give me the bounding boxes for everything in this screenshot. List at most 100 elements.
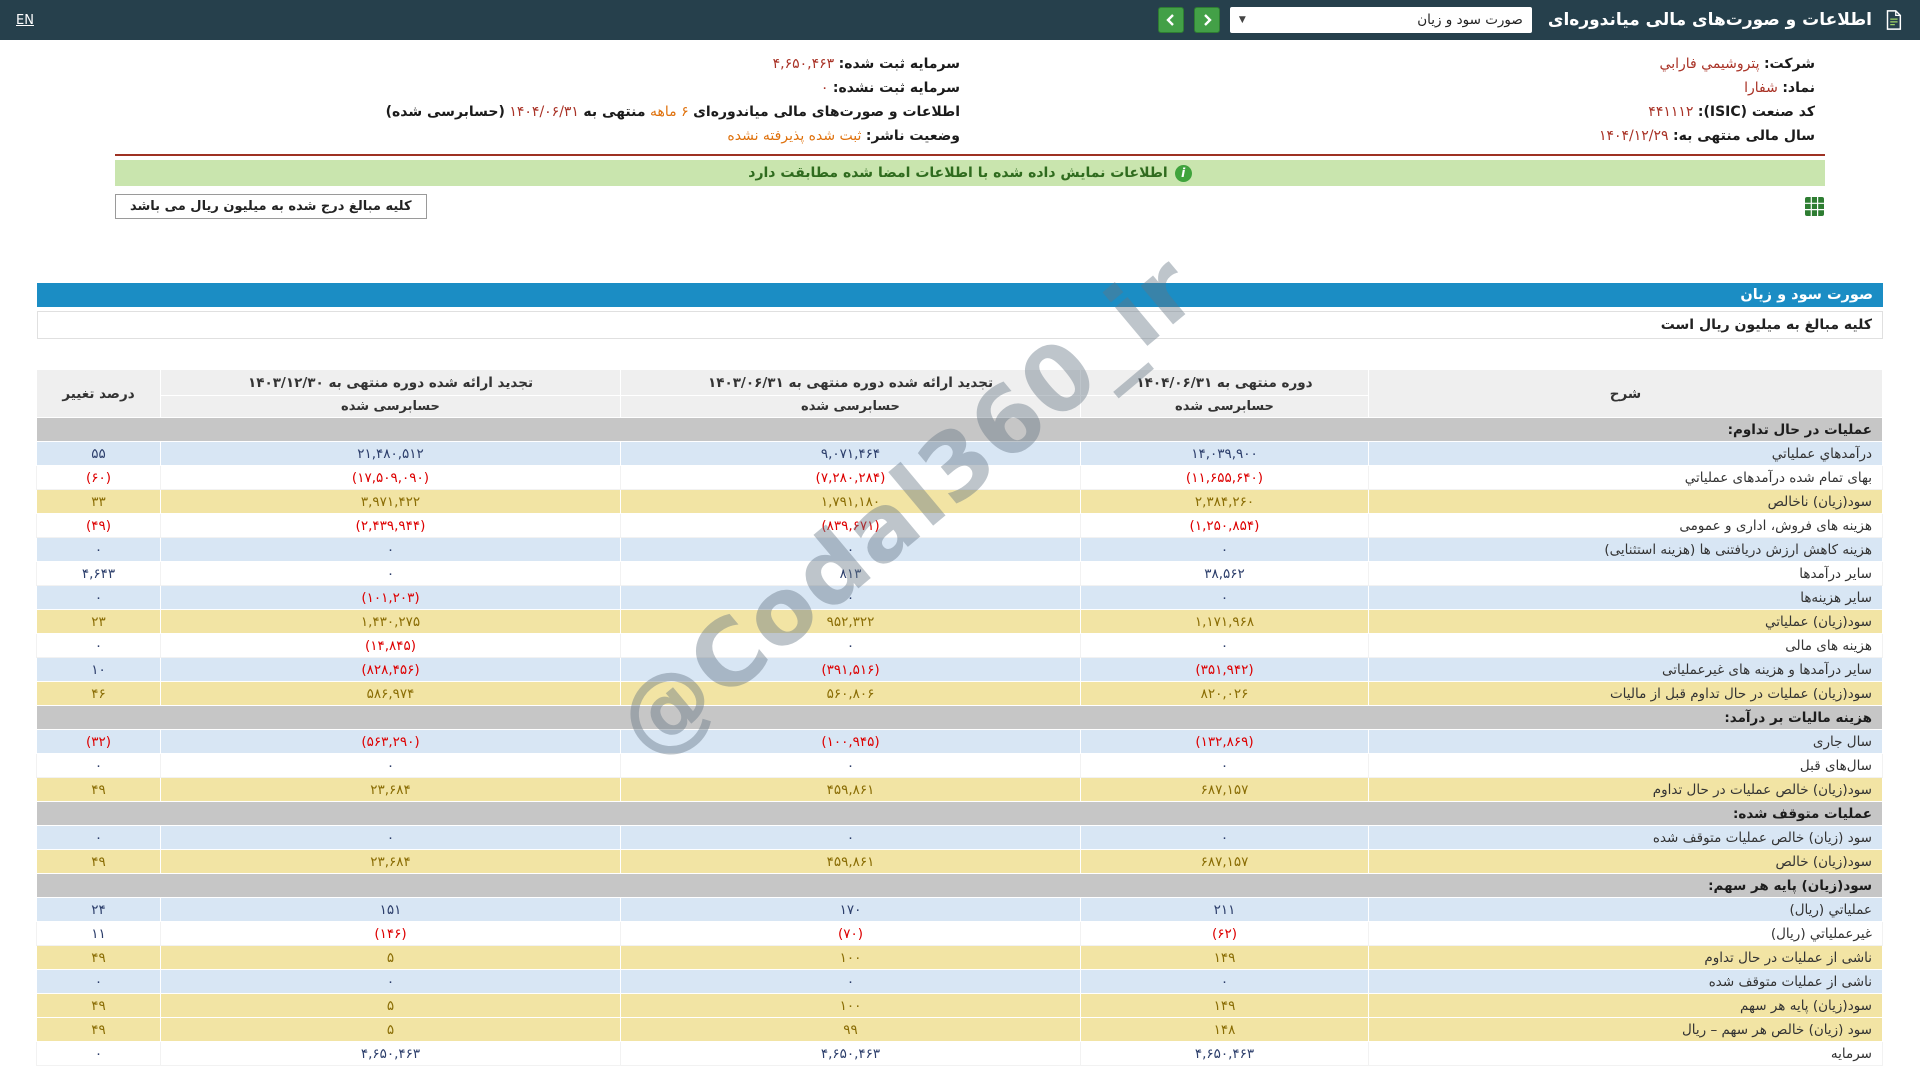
row-label: سال‌های قبل [1368, 753, 1883, 778]
row-label: سود(زیان) خالص عملیات در حال تداوم [1368, 777, 1883, 802]
divider [115, 154, 1825, 156]
company-info-cell: وضعیت ناشر: ثبت شده پذیرفته نشده [115, 124, 970, 148]
language-toggle[interactable]: EN [16, 13, 34, 28]
row-value: ۴۵۹,۸۶۱ [620, 777, 1081, 802]
company-info-cell: سرمایه ثبت شده: ۴,۶۵۰,۴۶۳ [115, 52, 970, 76]
table-row: سود(زیان) خالص عملیات در حال تداوم ۶۸۷,۱۵… [36, 777, 1883, 802]
info-value: شفارا [1744, 80, 1778, 96]
table-row: بهای تمام شده درآمدهای عملياتي (۱۱,۶۵۵,۶۴… [36, 465, 1883, 490]
row-value: ۵ [160, 945, 621, 970]
section-label: عملیات در حال تداوم: [36, 417, 1883, 442]
info-label: اطلاعات و صورت‌های مالی میاندوره‌ای [693, 104, 960, 120]
row-value: (۱,۲۵۰,۸۵۴) [1080, 513, 1369, 538]
info-icon: i [1174, 164, 1192, 182]
row-value: ۴۵۹,۸۶۱ [620, 849, 1081, 874]
table-row: عملياتي (ریال) ۲۱۱ ۱۷۰ ۱۵۱ ۲۴ [36, 897, 1883, 922]
table-row: هزینه های فروش، اداری و عمومی (۱,۲۵۰,۸۵۴)… [36, 513, 1883, 538]
row-value: ۰ [620, 969, 1081, 994]
row-value: ۰ [1080, 825, 1369, 850]
row-value: ۳,۹۷۱,۴۲۲ [160, 489, 621, 514]
row-label: عملياتي (ریال) [1368, 897, 1883, 922]
info-value: ۴۴۱۱۱۲ [1648, 104, 1694, 120]
row-label: هزینه های مالی [1368, 633, 1883, 658]
statement-select[interactable]: صورت سود و زیان ▼ [1229, 7, 1532, 33]
row-value: ۱۴,۰۳۹,۹۰۰ [1080, 441, 1369, 466]
row-value: ۸۱۳ [620, 561, 1081, 586]
signature-match-banner: i اطلاعات نمایش داده شده با اطلاعات امضا… [115, 160, 1825, 186]
row-value: ۰ [36, 1041, 161, 1066]
row-value: ۳۸,۵۶۲ [1080, 561, 1369, 586]
row-value: ۱۴۹ [1080, 945, 1369, 970]
chevron-down-icon: ▼ [1238, 15, 1246, 25]
row-value: ۰ [36, 969, 161, 994]
company-info-row: سال مالی منتهی به: ۱۴۰۴/۱۲/۲۹ وضعیت ناشر… [115, 124, 1825, 148]
excel-export-icon[interactable] [1804, 196, 1825, 217]
info-value: ۱۴۰۴/۱۲/۲۹ [1598, 128, 1669, 144]
row-value: ۱۱ [36, 921, 161, 946]
chevron-left-icon [1166, 14, 1174, 26]
row-value: (۵۶۳,۲۹۰) [160, 729, 621, 754]
statement-section: صورت سود و زیان کلیه مبالغ به میلیون ریا… [36, 234, 1883, 1066]
company-info-cell: شرکت: پتروشيمي فارابي [970, 52, 1825, 76]
row-value: ۱,۱۷۱,۹۶۸ [1080, 609, 1369, 634]
row-value: ۰ [620, 825, 1081, 850]
row-label: ناشی از عملیات متوقف شده [1368, 969, 1883, 994]
company-info-row: شرکت: پتروشيمي فارابي سرمایه ثبت شده: ۴,… [115, 52, 1825, 76]
row-value: ۰ [1080, 537, 1369, 562]
row-label: سایر هزینه‌ها [1368, 585, 1883, 610]
info-value: ۴,۶۵۰,۴۶۳ [772, 56, 835, 72]
row-value: ۰ [36, 537, 161, 562]
info-label: (حسابرسی شده) [385, 104, 505, 120]
row-value: (۱۰۰,۹۴۵) [620, 729, 1081, 754]
row-value: ۴۹ [36, 849, 161, 874]
row-value: ۰ [620, 537, 1081, 562]
row-value: ۶۸۷,۱۵۷ [1080, 777, 1369, 802]
row-value: ۰ [160, 825, 621, 850]
row-value: ۰ [1080, 753, 1369, 778]
column-header-period-current: دوره منتهی به ۱۴۰۴/۰۶/۳۱ [1080, 369, 1369, 396]
company-info-cell: کد صنعت (ISIC): ۴۴۱۱۱۲ [970, 100, 1825, 124]
info-label: سرمایه ثبت نشده: [832, 80, 960, 96]
row-label: سود(زیان) ناخالص [1368, 489, 1883, 514]
row-value: ۹۹ [620, 1017, 1081, 1042]
prev-statement-button[interactable] [1157, 7, 1184, 33]
row-value: (۴۹) [36, 513, 161, 538]
table-row: سایر هزینه‌ها ۰ ۰ (۱۰۱,۲۰۳) ۰ [36, 585, 1883, 610]
row-value: ۰ [620, 585, 1081, 610]
section-label: هزینه مالیات بر درآمد: [36, 705, 1883, 730]
row-value: ۵۶۰,۸۰۶ [620, 681, 1081, 706]
table-row: سود (زیان) خالص عملیات متوقف شده ۰ ۰ ۰ ۰ [36, 825, 1883, 850]
row-value: ۴,۶۵۰,۴۶۳ [160, 1041, 621, 1066]
table-row: ناشی از عملیات در حال تداوم ۱۴۹ ۱۰۰ ۵ ۴۹ [36, 945, 1883, 970]
table-row: غیرعملياتي (ریال) (۶۲) (۷۰) (۱۴۶) ۱۱ [36, 921, 1883, 946]
row-label: سال جاری [1368, 729, 1883, 754]
signature-match-text: اطلاعات نمایش داده شده با اطلاعات امضا ش… [748, 165, 1168, 181]
row-value: (۱۳۲,۸۶۹) [1080, 729, 1369, 754]
next-statement-button[interactable] [1193, 7, 1220, 33]
company-info-row: نماد: شفارا سرمایه ثبت نشده: ۰ [115, 76, 1825, 100]
row-value: ۲۳,۶۸۴ [160, 777, 621, 802]
row-value: (۳۲) [36, 729, 161, 754]
row-value: ۴۶ [36, 681, 161, 706]
row-value: (۷۰) [620, 921, 1081, 946]
info-value: پتروشيمي فارابي [1659, 56, 1760, 72]
company-info-cell: سال مالی منتهی به: ۱۴۰۴/۱۲/۲۹ [970, 124, 1825, 148]
statement-title-bar: صورت سود و زیان [37, 283, 1883, 307]
row-value: ۰ [1080, 633, 1369, 658]
company-info-cell: سرمایه ثبت نشده: ۰ [115, 76, 970, 100]
info-value: ۶ ماهه [649, 104, 689, 120]
company-info-cell: نماد: شفارا [970, 76, 1825, 100]
column-header-desc: شرح [1368, 369, 1883, 418]
info-label: منتهی به [583, 104, 646, 120]
info-value: ۱۴۰۴/۰۶/۳۱ [509, 104, 579, 120]
row-value: ۰ [1080, 969, 1369, 994]
info-label: سرمایه ثبت شده: [838, 56, 960, 72]
section-label: عملیات متوقف شده: [36, 801, 1883, 826]
row-value: ۶۸۷,۱۵۷ [1080, 849, 1369, 874]
row-label: سود(زیان) خالص [1368, 849, 1883, 874]
row-value: ۴,۶۵۰,۴۶۳ [620, 1041, 1081, 1066]
row-value: ۹,۰۷۱,۴۶۴ [620, 441, 1081, 466]
row-value: ۴,۶۵۰,۴۶۳ [1080, 1041, 1369, 1066]
table-row: سود(زیان) عملیات در حال تداوم قبل از مال… [36, 681, 1883, 706]
table-row: سود(زیان) عملياتي ۱,۱۷۱,۹۶۸ ۹۵۲,۳۲۲ ۱,۴۳۰,۲… [36, 609, 1883, 634]
